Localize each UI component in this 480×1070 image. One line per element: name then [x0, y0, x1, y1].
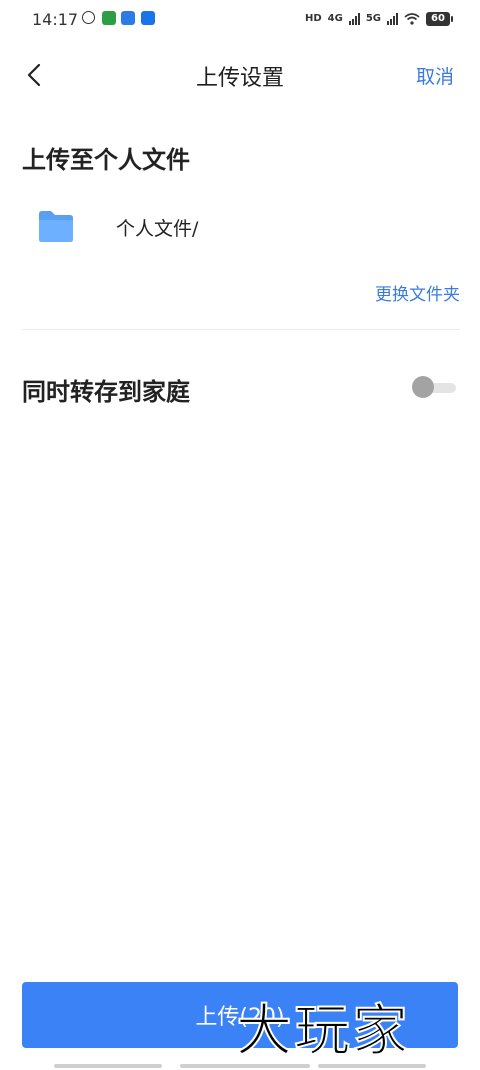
- upload-target-title: 上传至个人文件: [22, 146, 190, 174]
- toggle-knob: [412, 376, 434, 398]
- network-4g-label: 4G: [327, 13, 343, 24]
- folder-icon: [39, 211, 73, 242]
- status-indicators: HD 4G 5G 60: [304, 10, 453, 28]
- change-folder-button[interactable]: 更换文件夹: [375, 280, 460, 305]
- notification-icon-app-bluedark: [141, 11, 155, 25]
- hd-icon: HD: [304, 13, 322, 24]
- wifi-icon: [404, 13, 420, 25]
- battery-icon: 60: [426, 12, 453, 26]
- nav-gesture-bar-left: [54, 1064, 162, 1068]
- notification-icon-app-blue: [121, 11, 135, 25]
- folder-path: 个人文件/: [116, 218, 199, 240]
- nav-bar: 上传设置 取消: [0, 50, 480, 100]
- divider: [22, 329, 460, 330]
- cancel-button[interactable]: 取消: [416, 62, 454, 89]
- signal-icon: [348, 13, 360, 25]
- notification-icon-app-green: [102, 11, 116, 25]
- folder-row: 个人文件/: [0, 200, 480, 256]
- network-5g-label: 5G: [365, 13, 381, 24]
- status-bar: 14:17 HD 4G 5G 60: [0, 0, 480, 38]
- status-time: 14:17: [32, 10, 79, 29]
- notification-icon-k: [82, 11, 95, 24]
- page-title: 上传设置: [195, 66, 284, 91]
- watermark: 大玩家: [235, 998, 410, 1065]
- save-to-family-label: 同时转存到家庭: [22, 378, 190, 406]
- signal-icon-2: [387, 13, 398, 25]
- save-to-family-toggle[interactable]: [412, 375, 458, 399]
